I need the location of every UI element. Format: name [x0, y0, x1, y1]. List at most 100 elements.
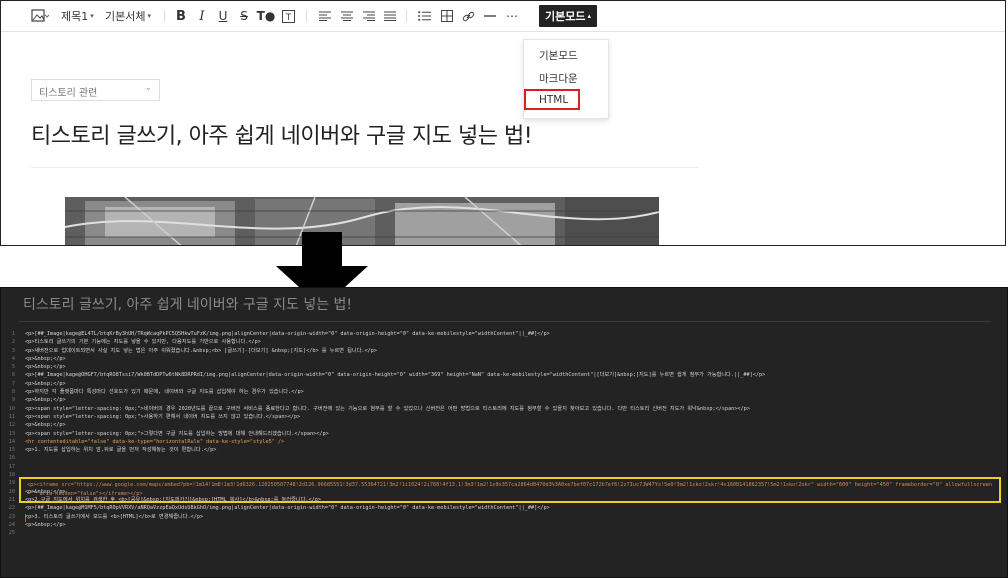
heading-label: 제목1 [61, 10, 89, 23]
line-code: <p>&nbsp;</p> [25, 380, 66, 387]
code-line[interactable]: 22 <p>[##_Image|kage@M1MF5/btqR0pVVRXV/aN… [1, 504, 1007, 512]
code-line[interactable]: 17 [1, 463, 1007, 471]
align-center-button[interactable] [340, 1, 354, 31]
image-insert-button[interactable] [29, 1, 51, 31]
editor-mode-button[interactable]: 기본모드 ▴ [539, 5, 597, 27]
align-justify-icon [384, 11, 396, 21]
more-button[interactable]: ⋯ [504, 1, 520, 31]
code-line[interactable]: 15 <p>1. 지도를 삽입하는 위치 앞,뒤로 글을 먼저 작성해놓는 것이 … [1, 446, 1007, 454]
post-title[interactable]: 티스토리 글쓰기, 아주 쉽게 네이버와 구글 지도 넣는 법! [31, 118, 533, 150]
line-number: 20 [8, 488, 15, 495]
code-line[interactable]: 10 <p><span style="letter-spacing: 0px;">… [1, 405, 1007, 413]
strikethrough-button[interactable]: S [238, 1, 250, 31]
line-code: <p>티스토리 글쓰기의 기본 기능에는 지도를 넣을 수 있지만, 다음지도를… [25, 339, 261, 346]
code-line[interactable]: 7 <p>&nbsp;</p> [1, 380, 1007, 388]
code-line[interactable]: 24 <p>&nbsp;</p> [1, 521, 1007, 529]
line-code: <p><span style="letter-spacing: 0px;">그렇… [25, 430, 329, 437]
font-select[interactable]: 기본서체 ▾ [105, 1, 151, 31]
bold-icon: B [176, 8, 186, 24]
image-icon [31, 9, 49, 22]
bold-button[interactable]: B [174, 1, 188, 31]
line-code: <p>하지만 각 플랫폼마다 특성마다 선호도가 있기 때문에, 네이버와 구글… [25, 389, 304, 396]
link-button[interactable] [461, 1, 475, 31]
line-number: 15 [8, 447, 15, 454]
mode-dropdown-menu: 기본모드 마크다운 HTML [523, 39, 609, 119]
code-line[interactable]: 6 <p>[##_Image|kage@OHGF7/btqRO8Tssi7/Wk0… [1, 371, 1007, 379]
line-code: <p>&nbsp;</p> [25, 422, 66, 429]
align-right-icon [363, 11, 375, 21]
code-line[interactable]: 23 <p>3. 티스토리 글쓰기에서 모드를 <b>[HTML]</b>로 변경… [1, 513, 1007, 521]
code-line[interactable]: 16 [1, 454, 1007, 462]
code-line[interactable]: 5 <p>&nbsp;</p> [1, 363, 1007, 371]
text-cursor [25, 514, 26, 522]
align-right-button[interactable] [362, 1, 376, 31]
line-number: 9 [11, 397, 15, 404]
menu-item-markdown[interactable]: 마크다운 [539, 71, 578, 86]
menu-item-basic-mode[interactable]: 기본모드 [539, 48, 578, 63]
link-icon [462, 11, 474, 21]
align-left-button[interactable] [318, 1, 332, 31]
bulleted-list-icon [417, 11, 431, 21]
line-number: 18 [8, 472, 15, 479]
text-color-button[interactable]: T● [257, 1, 276, 31]
list-button[interactable] [417, 1, 431, 31]
italic-icon: I [199, 8, 205, 24]
code-lines[interactable]: 1 <p>[##_Image|kage@EL4TL/btqKrBy3hUH/TRq… [1, 330, 1007, 537]
italic-button[interactable]: I [196, 1, 208, 31]
code-line[interactable]: 11 <p><span style="letter-spacing: 0px;">… [1, 413, 1007, 421]
source-title-divider [19, 321, 991, 322]
line-code: <p>3. 티스토리 글쓰기에서 모드를 <b>[HTML]</b>로 변경해줍… [25, 513, 204, 520]
code-line[interactable]: 9 <p>&nbsp;</p> [1, 396, 1007, 404]
line-number: 4 [11, 355, 15, 362]
horizontal-rule-button[interactable] [483, 1, 497, 31]
editor-toolbar: 제목1 ▾ 기본서체 ▾ B I U S T● T ⋯ 기본모드 ▴ [1, 1, 1005, 32]
code-line[interactable]: 4 <p>&nbsp;</p> [1, 355, 1007, 363]
line-number: 22 [8, 505, 15, 512]
svg-text:T: T [284, 13, 291, 23]
line-number: 17 [8, 463, 15, 470]
line-code: <p>&nbsp;</p> [25, 397, 66, 404]
line-number: 8 [11, 389, 15, 396]
toolbar-divider [164, 10, 165, 22]
text-background-button[interactable]: T [281, 1, 295, 31]
line-number: 25 [8, 530, 15, 537]
line-number: 11 [8, 413, 15, 420]
code-line[interactable]: 3 <p>새버전으로 업데이트되면서 사실 지도 넣는 법은 아주 쉬워졌습니다.… [1, 347, 1007, 355]
underline-icon: U [218, 9, 228, 23]
line-number: 3 [11, 347, 15, 354]
line-number: 1 [11, 331, 15, 337]
code-line[interactable]: 25 [1, 529, 1007, 537]
code-line[interactable]: 13 <p><span style="letter-spacing: 0px;">… [1, 430, 1007, 438]
editor-screenshot: 제목1 ▾ 기본서체 ▾ B I U S T● T ⋯ 기본모드 ▴ 기본모드 … [0, 0, 1006, 246]
heading-select[interactable]: 제목1 ▾ [61, 1, 94, 31]
line-code: <hr contenteditable="false" data-ke-type… [25, 438, 285, 445]
table-button[interactable] [440, 1, 454, 31]
mode-label: 기본모드 [545, 10, 586, 23]
line-code: <p>&nbsp;</p> [25, 355, 66, 362]
code-line[interactable]: 8 <p>하지만 각 플랫폼마다 특성마다 선호도가 있기 때문에, 네이버와 구… [1, 388, 1007, 396]
line-code: <p>&nbsp;</p> [25, 364, 66, 371]
underline-button[interactable]: U [216, 1, 230, 31]
line-number: 16 [8, 455, 15, 462]
line-code: <p>1. 지도를 삽입하는 위치 앞,뒤로 글을 먼저 작성해놓는 것이 편합… [25, 447, 217, 454]
title-divider [31, 167, 699, 168]
code-line[interactable]: 1 <p>[##_Image|kage@EL4TL/btqKrBy3hUH/TRq… [1, 330, 1007, 338]
code-line[interactable]: 12 <p>&nbsp;</p> [1, 421, 1007, 429]
line-code: <p><span style="letter-spacing: 0px;">사용… [25, 413, 301, 420]
toolbar-divider [406, 10, 407, 22]
more-icon: ⋯ [506, 9, 518, 23]
horizontal-rule-icon [484, 15, 496, 17]
chevron-down-icon: ▾ [90, 12, 94, 20]
code-line[interactable]: 14 <hr contenteditable="false" data-ke-ty… [1, 438, 1007, 446]
font-label: 기본서체 [105, 10, 146, 23]
toolbar-divider [306, 10, 307, 22]
align-justify-button[interactable] [383, 1, 397, 31]
category-select[interactable]: 티스토리 관련 ⌄ [31, 79, 160, 101]
line-number: 2 [11, 339, 15, 346]
html-highlight-box [524, 89, 580, 110]
iframe-code[interactable]: <p><iframe src="https://www.google.com/m… [27, 481, 995, 498]
line-number: 23 [8, 513, 15, 520]
code-line[interactable]: 2 <p>티스토리 글쓰기의 기본 기능에는 지도를 넣을 수 있지만, 다음지도… [1, 338, 1007, 346]
line-code: <p>[##_Image|kage@EL4TL/btqKrBy3hUH/TRqW… [25, 331, 550, 337]
chevron-up-icon: ▴ [587, 12, 591, 20]
